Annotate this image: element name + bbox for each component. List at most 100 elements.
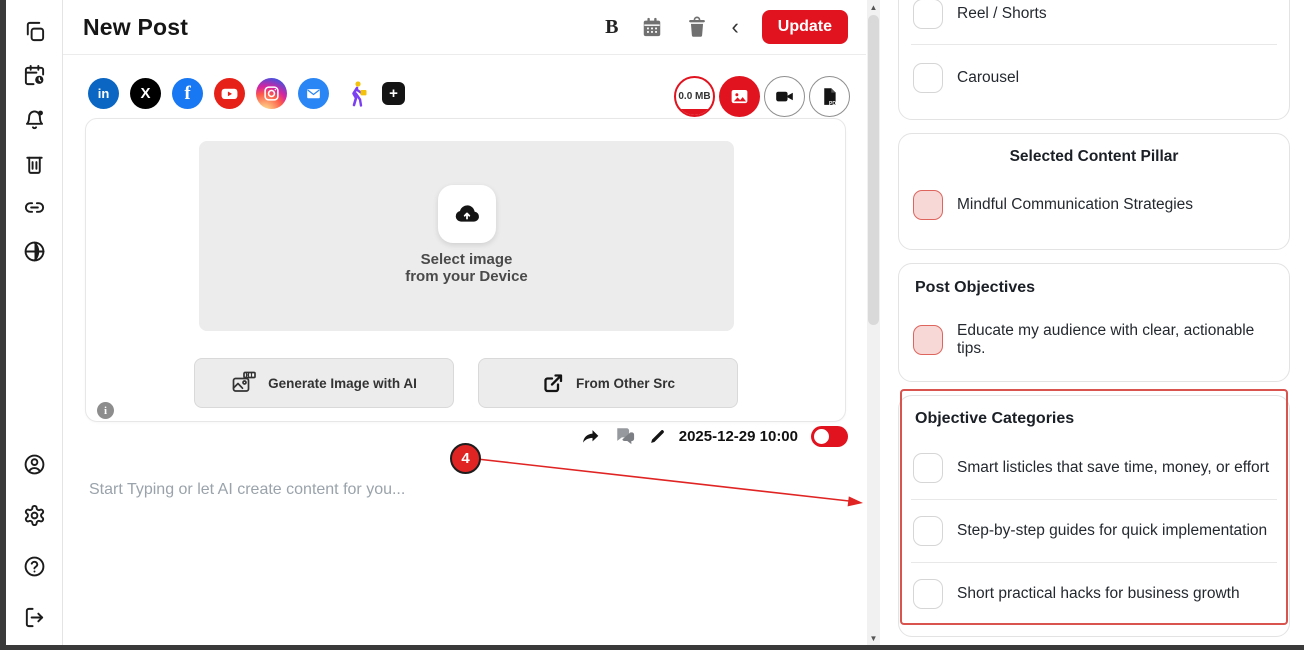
annotation-arrow: [471, 448, 871, 512]
walking-person-icon[interactable]: [340, 78, 371, 109]
objective-categories-title: Objective Categories: [915, 410, 1074, 428]
carousel-label: Carousel: [957, 69, 1019, 87]
settings-gear-icon[interactable]: [22, 503, 46, 527]
header-toolbar: B ‹ Update: [605, 10, 848, 44]
annotation-step-badge: 4: [450, 443, 481, 474]
media-toolbar: 0.0 MB PDF: [674, 76, 850, 117]
delete-trash-icon[interactable]: [686, 16, 708, 38]
toggle-knob: [814, 429, 829, 444]
comments-icon[interactable]: [614, 426, 636, 446]
pdf-mode-button[interactable]: PDF: [809, 76, 850, 117]
facebook-icon[interactable]: f: [172, 78, 203, 109]
reel-shorts-label: Reel / Shorts: [957, 5, 1047, 23]
post-objectives-card: Post Objectives Educate my audience with…: [898, 263, 1290, 382]
post-objectives-title: Post Objectives: [915, 279, 1035, 297]
edit-pencil-icon[interactable]: [649, 428, 666, 445]
from-other-src-label: From Other Src: [576, 376, 675, 391]
main-header: New Post B ‹ Update: [63, 0, 866, 55]
video-mode-button[interactable]: [764, 76, 805, 117]
cloud-upload-icon[interactable]: [438, 185, 496, 243]
post-type-row-carousel[interactable]: Carousel: [913, 63, 1275, 93]
schedule-calendar-icon[interactable]: [641, 16, 663, 38]
instagram-icon[interactable]: [256, 78, 287, 109]
schedule-datetime[interactable]: 2025-12-29 10:00: [679, 428, 798, 445]
post-objective-checkbox[interactable]: [913, 325, 943, 355]
content-pillar-title: Selected Content Pillar: [899, 148, 1289, 166]
category-label-2: Step-by-step guides for quick implementa…: [957, 522, 1267, 540]
globe-icon[interactable]: [22, 239, 46, 263]
dropzone-line1: Select image: [199, 251, 734, 268]
post-objective-row[interactable]: Educate my audience with clear, actionab…: [913, 322, 1275, 358]
x-twitter-icon[interactable]: X: [130, 78, 161, 109]
size-progress-fill: [676, 109, 713, 115]
pdf-label: PDF: [829, 101, 839, 107]
back-chevron-icon[interactable]: ‹: [731, 16, 738, 38]
image-dropzone[interactable]: Select image from your Device: [199, 141, 734, 331]
row-divider: [911, 562, 1277, 563]
file-size-badge: 0.0 MB: [674, 76, 715, 117]
category-label-1: Smart listicles that save time, money, o…: [957, 459, 1269, 477]
objective-category-row[interactable]: Short practical hacks for business growt…: [913, 579, 1275, 609]
objective-category-row[interactable]: Smart listicles that save time, money, o…: [913, 453, 1275, 483]
scrollbar-thumb[interactable]: [868, 15, 879, 325]
objective-categories-card: Objective Categories Smart listicles tha…: [898, 395, 1290, 637]
calendar-clock-icon[interactable]: [22, 63, 46, 87]
file-size-text: 0.0 MB: [678, 91, 710, 102]
bold-button[interactable]: B: [605, 16, 618, 39]
generate-image-label: Generate Image with AI: [268, 376, 417, 391]
post-types-card: Reel / Shorts Carousel: [898, 0, 1290, 120]
content-pillar-card: Selected Content Pillar Mindful Communic…: [898, 133, 1290, 250]
platform-row: in X f +: [88, 78, 405, 109]
carousel-checkbox[interactable]: [913, 63, 943, 93]
row-divider: [911, 44, 1277, 45]
content-pillar-row[interactable]: Mindful Communication Strategies: [913, 190, 1275, 220]
external-source-icon: [541, 371, 565, 395]
app-window: New Post B ‹ Update in X f: [0, 0, 1304, 650]
logout-icon[interactable]: [22, 605, 46, 629]
post-meta-row: 2025-12-29 10:00: [581, 424, 848, 448]
copy-icon[interactable]: [22, 19, 46, 43]
linkedin-icon[interactable]: in: [88, 78, 119, 109]
reel-shorts-checkbox[interactable]: [913, 0, 943, 29]
dropzone-line2: from your Device: [199, 268, 734, 285]
post-objective-label: Educate my audience with clear, actionab…: [957, 322, 1275, 358]
schedule-toggle[interactable]: [811, 426, 848, 447]
scroll-down-arrow[interactable]: ▼: [867, 631, 880, 645]
youtube-icon[interactable]: [214, 78, 245, 109]
trash-icon[interactable]: [22, 151, 46, 175]
dropzone-text: Select image from your Device: [199, 251, 734, 285]
sidebar: [6, 0, 63, 645]
link-icon[interactable]: [22, 195, 46, 219]
content-pillar-checkbox[interactable]: [913, 190, 943, 220]
update-button[interactable]: Update: [762, 10, 848, 44]
window-edge-bottom: [0, 645, 1304, 650]
from-other-src-button[interactable]: From Other Src: [478, 358, 738, 408]
generate-image-icon: [231, 371, 257, 395]
bell-dot-icon[interactable]: [22, 107, 46, 131]
category-checkbox-3[interactable]: [913, 579, 943, 609]
objective-category-row[interactable]: Step-by-step guides for quick implementa…: [913, 516, 1275, 546]
email-icon[interactable]: [298, 78, 329, 109]
main-content: New Post B ‹ Update in X f: [63, 0, 866, 645]
vertical-scrollbar[interactable]: ▲ ▼: [867, 0, 880, 645]
content-editor-input[interactable]: Start Typing or let AI create content fo…: [89, 481, 405, 499]
right-panel: Reel / Shorts Carousel Selected Content …: [880, 0, 1304, 645]
category-label-3: Short practical hacks for business growt…: [957, 585, 1240, 603]
image-mode-button[interactable]: [719, 76, 760, 117]
user-circle-icon[interactable]: [22, 452, 46, 476]
sidebar-top-group: [6, 19, 62, 263]
page-title: New Post: [83, 14, 188, 41]
help-icon[interactable]: [22, 554, 46, 578]
category-checkbox-2[interactable]: [913, 516, 943, 546]
scroll-up-arrow[interactable]: ▲: [867, 0, 880, 14]
share-icon[interactable]: [581, 426, 601, 446]
info-icon[interactable]: i: [97, 402, 114, 419]
generate-image-ai-button[interactable]: Generate Image with AI: [194, 358, 454, 408]
post-type-row-reel-shorts[interactable]: Reel / Shorts: [913, 0, 1275, 29]
add-platform-button[interactable]: +: [382, 82, 405, 105]
image-upload-card: Select image from your Device Generate I…: [85, 118, 846, 422]
sidebar-bottom-group: [6, 452, 62, 629]
row-divider: [911, 499, 1277, 500]
content-pillar-label: Mindful Communication Strategies: [957, 196, 1193, 214]
category-checkbox-1[interactable]: [913, 453, 943, 483]
